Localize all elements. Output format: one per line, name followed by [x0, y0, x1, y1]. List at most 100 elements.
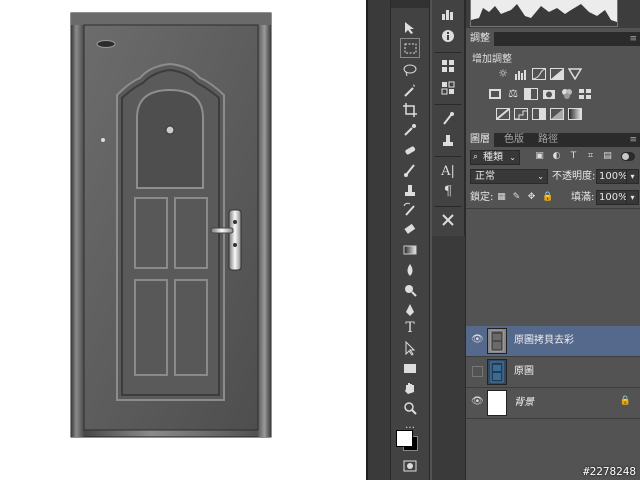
add-adjustment-label: 增加調整	[472, 54, 512, 65]
divider	[466, 208, 640, 209]
panel-menu-icon[interactable]: ≡	[629, 134, 637, 146]
lock-all-icon[interactable]: 🔒	[542, 192, 553, 203]
type-tool-icon[interactable]: T	[400, 318, 420, 338]
adjustments-tab-row: 調整 ≡	[466, 32, 640, 46]
color-balance-icon[interactable]: ⚖	[506, 88, 520, 100]
clone-source-icon[interactable]	[438, 132, 458, 152]
exposure-icon[interactable]	[550, 68, 564, 80]
layer-name: 原圖	[514, 366, 534, 377]
channel-mixer-icon[interactable]	[560, 88, 574, 100]
tab-layers[interactable]: 圖層	[466, 133, 494, 147]
tools-panel: T …	[390, 0, 430, 480]
gradient-map-icon[interactable]	[568, 108, 582, 120]
info-icon[interactable]	[438, 28, 458, 48]
opacity-input[interactable]: 100%	[596, 169, 628, 184]
threshold-icon[interactable]	[532, 108, 546, 120]
clone-stamp-tool-icon[interactable]	[400, 180, 420, 200]
histogram-panel	[466, 0, 640, 28]
filter-adjustment-icon[interactable]: ◐	[551, 151, 562, 162]
foreground-color-swatch[interactable]	[396, 430, 413, 447]
layer-name: 背景	[514, 397, 534, 408]
eyedropper-tool-icon[interactable]	[400, 120, 420, 140]
filter-shape-icon[interactable]: ⌗	[585, 151, 596, 162]
lasso-tool-icon[interactable]	[400, 60, 420, 80]
curves-icon[interactable]	[532, 68, 546, 80]
photo-filter-icon[interactable]	[542, 88, 556, 100]
brush-presets-icon[interactable]	[438, 110, 458, 130]
fill-input[interactable]: 100%	[596, 190, 628, 205]
layer-filter-kind: 種類	[483, 152, 503, 163]
tools-panel-grip[interactable]	[391, 0, 429, 8]
healing-brush-tool-icon[interactable]	[400, 140, 420, 160]
photoshop-ui: T … A| ¶ 調整 ≡ 增加調整 ☼ ⚖ 圖層 色版 路徑 ≡ ⌕ 種類 ⌄…	[368, 0, 640, 480]
levels-icon[interactable]	[514, 68, 528, 80]
fill-dropdown-icon[interactable]: ▾	[626, 190, 639, 205]
filter-toggle[interactable]	[621, 152, 635, 161]
layer-row[interactable]: 原圖	[466, 357, 640, 388]
color-lookup-icon[interactable]	[578, 88, 592, 100]
eye-icon[interactable]: 👁	[471, 396, 484, 408]
filter-type-icon[interactable]: T	[568, 151, 579, 162]
opacity-label: 不透明度:	[552, 171, 596, 182]
tab-adjustments[interactable]: 調整	[466, 32, 494, 46]
hue-saturation-icon[interactable]	[488, 88, 502, 100]
pen-tool-icon[interactable]	[400, 300, 420, 320]
tab-channels[interactable]: 色版	[500, 133, 528, 147]
gradient-tool-icon[interactable]	[400, 240, 420, 260]
paragraph-panel-icon[interactable]: ¶	[438, 182, 458, 202]
panel-dock: A| ¶	[432, 0, 465, 236]
layer-thumbnail	[487, 359, 507, 385]
lock-position-icon[interactable]: ✥	[526, 192, 537, 203]
histogram-icon[interactable]	[438, 6, 458, 26]
move-tool-icon[interactable]	[400, 18, 420, 38]
tool-presets-icon[interactable]	[438, 212, 458, 232]
dock-empty-area	[432, 236, 465, 480]
posterize-icon[interactable]	[514, 108, 528, 120]
quick-mask-icon[interactable]	[400, 456, 420, 476]
history-brush-tool-icon[interactable]	[400, 200, 420, 220]
lock-transparent-icon[interactable]: ▦	[496, 192, 507, 203]
brush-tool-icon[interactable]	[400, 160, 420, 180]
shape-tool-icon[interactable]	[400, 358, 420, 378]
lock-image-icon[interactable]: ✎	[511, 192, 522, 203]
styles-icon[interactable]	[438, 80, 458, 100]
layer-row[interactable]: 👁 原圖拷貝去彩	[466, 326, 640, 357]
blend-mode-select[interactable]: 正常 ⌄	[470, 169, 548, 184]
watermark: #2278248	[583, 465, 636, 478]
dock-separator	[434, 156, 462, 157]
blend-mode-value: 正常	[475, 171, 495, 182]
zoom-tool-icon[interactable]	[400, 398, 420, 418]
marquee-tool-icon[interactable]	[400, 38, 420, 58]
histogram-graph	[470, 0, 618, 27]
character-panel-icon[interactable]: A|	[438, 162, 458, 182]
filter-smart-object-icon[interactable]: ▤	[602, 151, 613, 162]
layer-row[interactable]: 👁 背景 🔒	[466, 388, 640, 419]
swatches-icon[interactable]	[438, 58, 458, 78]
dock-separator	[434, 206, 462, 207]
filter-pixel-icon[interactable]: ▣	[534, 151, 545, 162]
blur-tool-icon[interactable]	[400, 260, 420, 280]
black-white-icon[interactable]	[524, 88, 538, 100]
crop-tool-icon[interactable]	[400, 100, 420, 120]
layers-tab-row: 圖層 色版 路徑 ≡	[466, 133, 640, 147]
brightness-contrast-icon[interactable]: ☼	[496, 68, 510, 80]
right-panels: 調整 ≡ 增加調整 ☼ ⚖ 圖層 色版 路徑 ≡ ⌕ 種類 ⌄ ▣ ◐ T ⌗ …	[465, 0, 640, 480]
document-canvas[interactable]	[0, 0, 366, 480]
hand-tool-icon[interactable]	[400, 378, 420, 398]
eye-icon[interactable]: 👁	[471, 334, 484, 346]
magic-wand-tool-icon[interactable]	[400, 80, 420, 100]
visibility-checkbox[interactable]	[472, 366, 483, 377]
panel-menu-icon[interactable]: ≡	[629, 33, 637, 45]
vibrance-icon[interactable]	[567, 68, 583, 81]
tab-paths[interactable]: 路徑	[534, 133, 562, 147]
layer-filter-select[interactable]: ⌕ 種類 ⌄	[470, 150, 520, 165]
dodge-tool-icon[interactable]	[400, 280, 420, 300]
chevron-down-icon: ⌄	[509, 153, 516, 162]
path-selection-tool-icon[interactable]	[400, 338, 420, 358]
invert-icon[interactable]	[496, 108, 510, 120]
selective-color-icon[interactable]	[550, 108, 564, 120]
layer-name: 原圖拷貝去彩	[514, 335, 574, 346]
opacity-dropdown-icon[interactable]: ▾	[626, 169, 639, 184]
eraser-tool-icon[interactable]	[400, 220, 420, 240]
chevron-down-icon: ⌄	[537, 172, 544, 181]
